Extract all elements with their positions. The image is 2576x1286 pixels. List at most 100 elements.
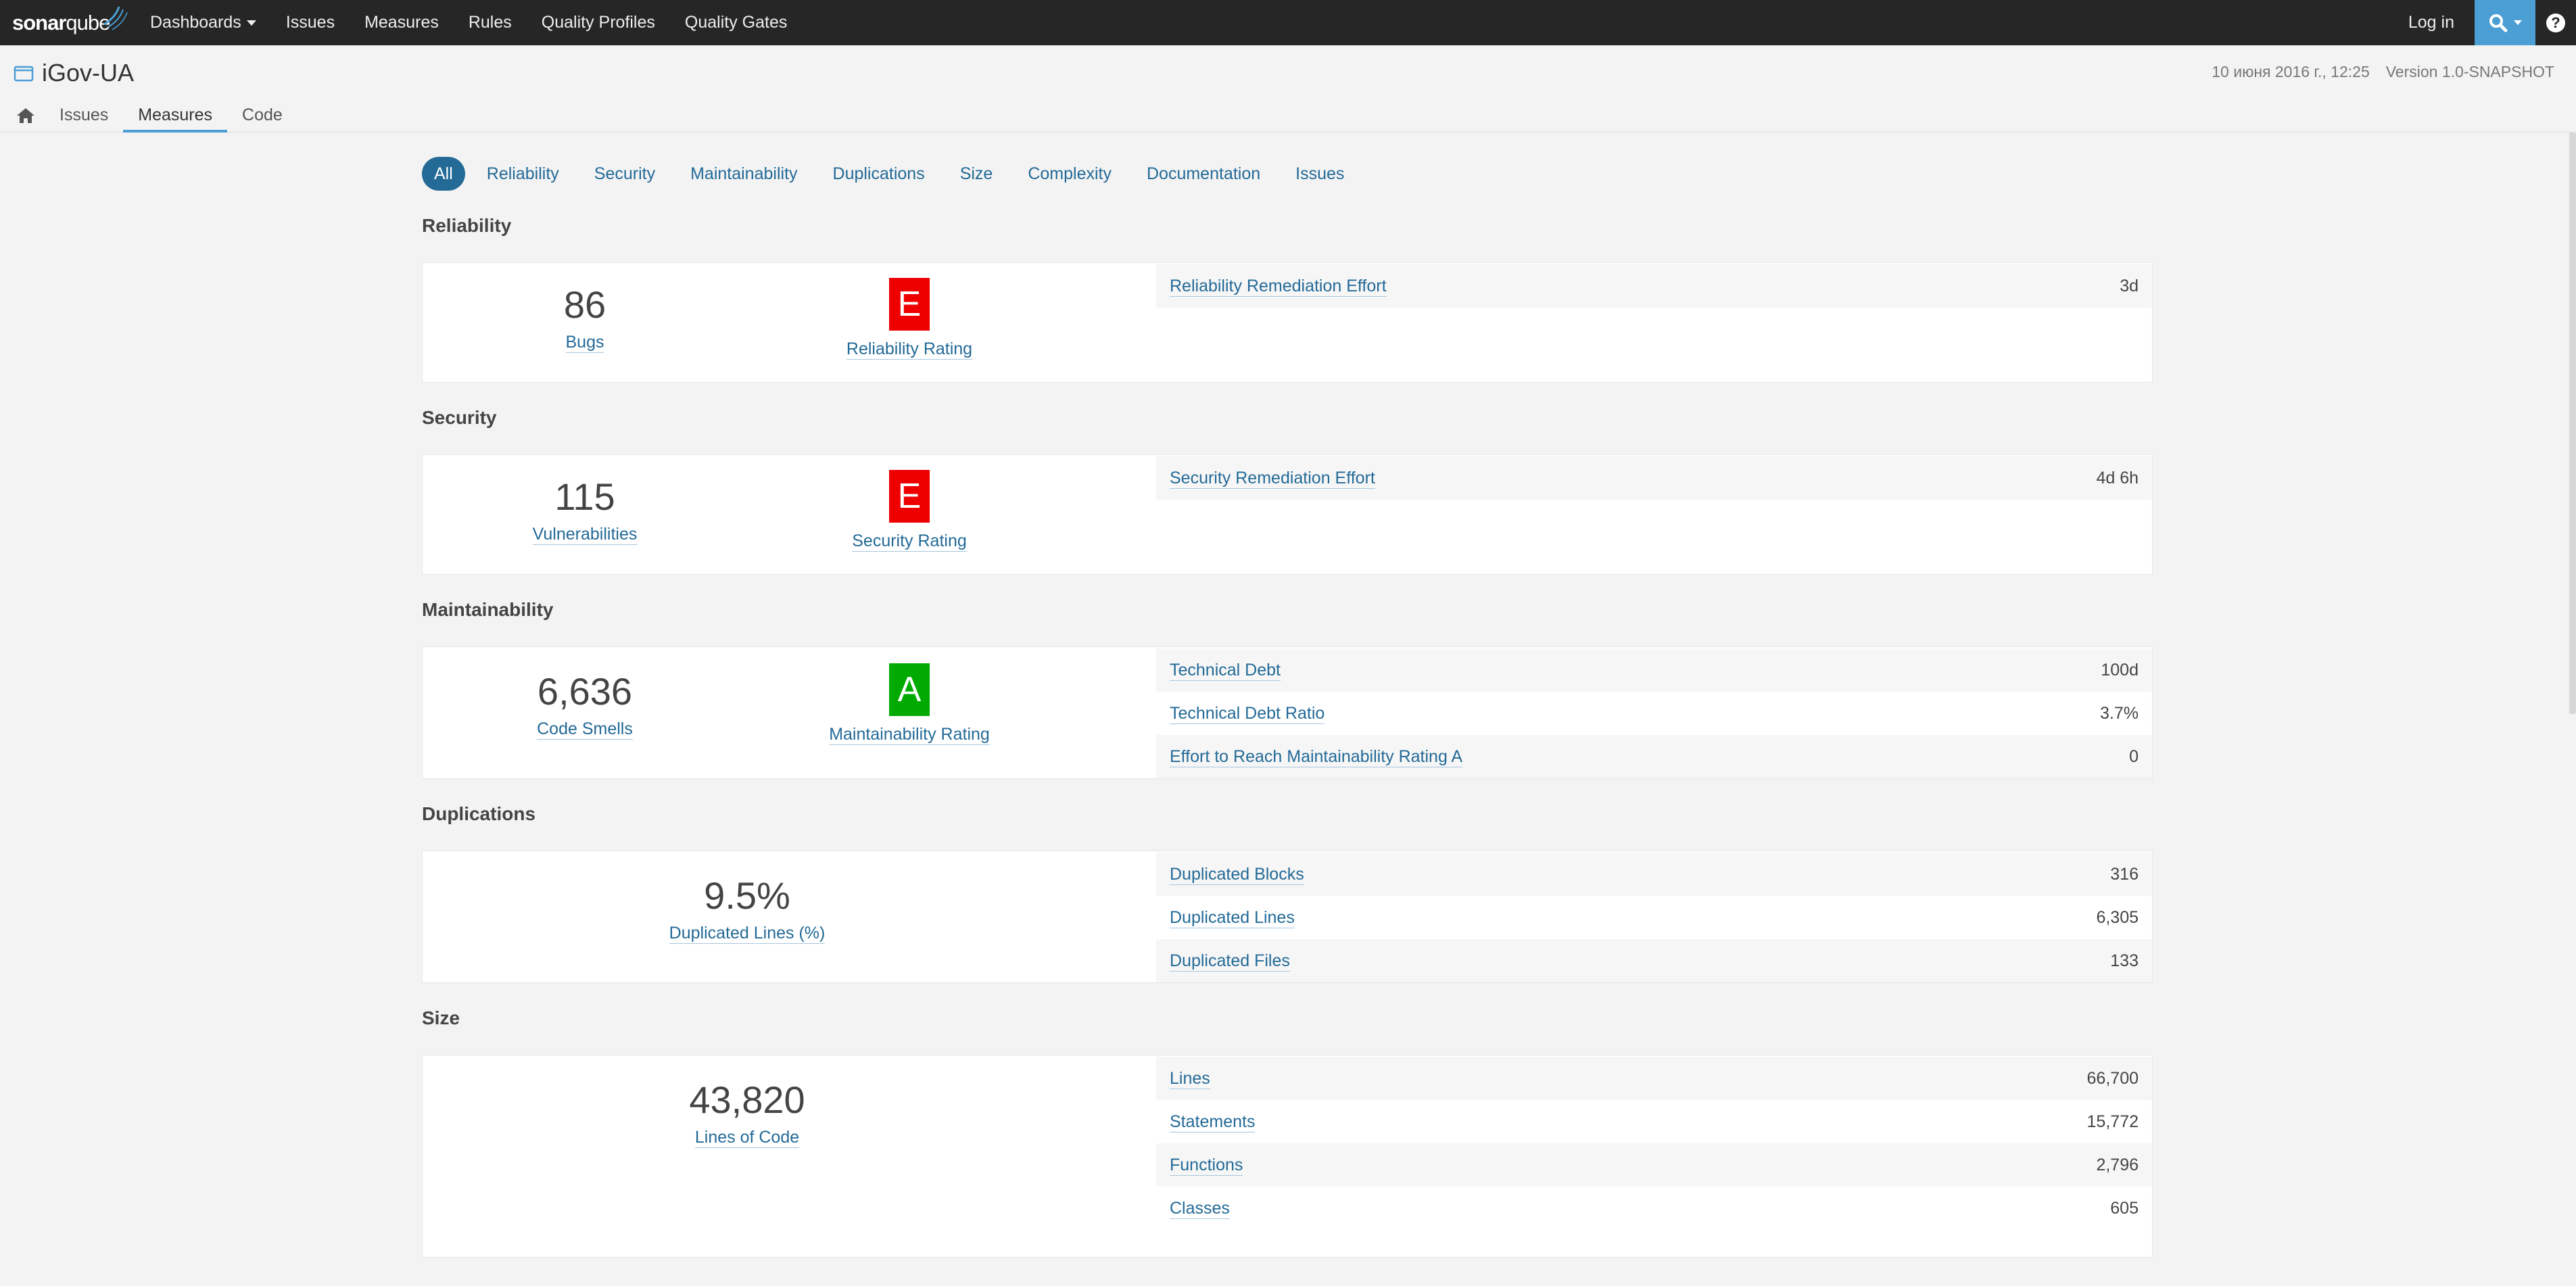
metric-name[interactable]: Effort to Reach Maintainability Rating A bbox=[1170, 746, 1463, 767]
metric-row: Functions 2,796 bbox=[1156, 1143, 2152, 1187]
section-title-duplications: Duplications bbox=[422, 803, 536, 824]
metric-row: Reliability Remediation Effort 3d bbox=[1156, 264, 2152, 308]
metric-row: Security Remediation Effort 4d 6h bbox=[1156, 456, 2152, 500]
filter-size[interactable]: Size bbox=[947, 157, 1007, 191]
project-name[interactable]: iGov-UA bbox=[42, 59, 134, 87]
section-title-maintainability: Maintainability bbox=[422, 599, 554, 620]
nav-dashboards-label: Dashboards bbox=[150, 13, 241, 32]
reliability-rating-label[interactable]: Reliability Rating bbox=[846, 339, 973, 360]
section-title-size: Size bbox=[422, 1007, 460, 1028]
search-icon bbox=[2489, 14, 2508, 32]
project-version: Version 1.0-SNAPSHOT bbox=[2385, 63, 2554, 80]
metric-value: 6,305 bbox=[2096, 907, 2139, 927]
metric-name[interactable]: Duplicated Blocks bbox=[1170, 864, 1304, 885]
page-scrollbar[interactable] bbox=[2569, 133, 2576, 714]
project-tabs: Issues Measures Code bbox=[14, 98, 297, 133]
metric-value: 3d bbox=[2120, 276, 2139, 295]
sonarqube-logo[interactable]: sonarqube bbox=[0, 0, 135, 45]
help-glyph: ? bbox=[2551, 14, 2560, 31]
duplicated-lines-density-value[interactable]: 9.5% bbox=[704, 869, 790, 923]
filter-reliability[interactable]: Reliability bbox=[473, 157, 573, 191]
project-meta: 10 июня 2016 г., 12:25 Version 1.0-SNAPS… bbox=[2212, 63, 2554, 81]
metric-value: 100d bbox=[2101, 660, 2139, 680]
maintainability-rating-metric: A Maintainability Rating bbox=[747, 647, 1072, 745]
metric-name[interactable]: Technical Debt bbox=[1170, 660, 1281, 681]
tab-issues[interactable]: Issues bbox=[45, 98, 123, 133]
duplications-panel: 9.5% Duplicated Lines (%) Duplicated Blo… bbox=[422, 851, 2153, 983]
metric-row: Lines 66,700 bbox=[1156, 1057, 2152, 1100]
caret-down-icon bbox=[2514, 20, 2522, 25]
nav-quality-profiles[interactable]: Quality Profiles bbox=[527, 0, 670, 45]
filter-documentation[interactable]: Documentation bbox=[1133, 157, 1274, 191]
vulnerabilities-label[interactable]: Vulnerabilities bbox=[532, 524, 638, 545]
login-link[interactable]: Log in bbox=[2388, 0, 2475, 45]
security-rating-label[interactable]: Security Rating bbox=[852, 531, 967, 552]
metric-value: 3.7% bbox=[2100, 703, 2139, 723]
project-header: iGov-UA 10 июня 2016 г., 12:25 Version 1… bbox=[0, 45, 2576, 133]
metric-name[interactable]: Lines bbox=[1170, 1068, 1210, 1089]
maintainability-rating-label[interactable]: Maintainability Rating bbox=[829, 724, 990, 745]
nav-measures[interactable]: Measures bbox=[350, 0, 454, 45]
metric-name[interactable]: Duplicated Files bbox=[1170, 951, 1290, 972]
nav-issues[interactable]: Issues bbox=[271, 0, 350, 45]
filter-maintainability[interactable]: Maintainability bbox=[677, 157, 811, 191]
project-title: iGov-UA bbox=[14, 59, 134, 87]
maintainability-rating-badge[interactable]: A bbox=[889, 663, 930, 716]
home-icon bbox=[17, 108, 34, 123]
metric-name[interactable]: Statements bbox=[1170, 1112, 1256, 1133]
analysis-date: 10 июня 2016 г., 12:25 bbox=[2212, 63, 2370, 80]
metric-row: Duplicated Files 133 bbox=[1156, 939, 2152, 982]
metric-row: Technical Debt Ratio 3.7% bbox=[1156, 692, 2152, 735]
security-rating-badge[interactable]: E bbox=[889, 470, 930, 523]
metric-name[interactable]: Classes bbox=[1170, 1198, 1230, 1219]
duplicated-lines-density-label[interactable]: Duplicated Lines (%) bbox=[669, 923, 826, 944]
code-smells-value[interactable]: 6,636 bbox=[538, 665, 632, 719]
nav-dashboards[interactable]: Dashboards bbox=[135, 0, 271, 45]
vulnerabilities-value[interactable]: 115 bbox=[554, 470, 615, 524]
help-button[interactable]: ? bbox=[2535, 0, 2576, 45]
vulnerabilities-metric: 115 Vulnerabilities bbox=[423, 455, 747, 545]
filter-all[interactable]: All bbox=[422, 157, 465, 191]
tab-code[interactable]: Code bbox=[227, 98, 297, 133]
logo-waves-icon bbox=[103, 6, 128, 30]
bugs-metric: 86 Bugs bbox=[423, 263, 747, 353]
metric-name[interactable]: Security Remediation Effort bbox=[1170, 468, 1375, 489]
caret-down-icon bbox=[246, 20, 256, 26]
filter-complexity[interactable]: Complexity bbox=[1014, 157, 1125, 191]
reliability-panel: 86 Bugs E Reliability Rating Reliability… bbox=[422, 262, 2153, 383]
search-button[interactable] bbox=[2475, 0, 2535, 45]
code-smells-label[interactable]: Code Smells bbox=[537, 719, 633, 740]
nav-quality-gates[interactable]: Quality Gates bbox=[670, 0, 802, 45]
measures-main: All Reliability Security Maintainability… bbox=[422, 133, 2153, 1258]
filter-security[interactable]: Security bbox=[581, 157, 669, 191]
metric-value: 605 bbox=[2110, 1198, 2139, 1218]
project-icon bbox=[14, 66, 34, 82]
lines-of-code-label[interactable]: Lines of Code bbox=[694, 1127, 800, 1148]
metric-row: Duplicated Lines 6,305 bbox=[1156, 896, 2152, 939]
metric-value: 316 bbox=[2110, 864, 2139, 884]
security-rating-metric: E Security Rating bbox=[747, 455, 1072, 552]
filter-issues[interactable]: Issues bbox=[1282, 157, 1358, 191]
filter-duplications[interactable]: Duplications bbox=[819, 157, 938, 191]
metric-name[interactable]: Duplicated Lines bbox=[1170, 907, 1295, 928]
bugs-value[interactable]: 86 bbox=[564, 278, 606, 332]
maintainability-panel: 6,636 Code Smells A Maintainability Rati… bbox=[422, 646, 2153, 779]
metric-value: 133 bbox=[2110, 951, 2139, 970]
metric-name[interactable]: Reliability Remediation Effort bbox=[1170, 276, 1387, 297]
metric-row: Classes 605 bbox=[1156, 1187, 2152, 1230]
bugs-label[interactable]: Bugs bbox=[565, 332, 604, 353]
reliability-rating-metric: E Reliability Rating bbox=[747, 263, 1072, 360]
top-navbar: sonarqube Dashboards Issues Measures Rul… bbox=[0, 0, 2576, 45]
code-smells-metric: 6,636 Code Smells bbox=[423, 647, 747, 740]
tab-home[interactable] bbox=[14, 98, 45, 133]
reliability-rating-badge[interactable]: E bbox=[889, 278, 930, 331]
lines-of-code-value[interactable]: 43,820 bbox=[689, 1073, 805, 1127]
lines-of-code-metric: 43,820 Lines of Code bbox=[423, 1055, 1072, 1148]
security-panel: 115 Vulnerabilities E Security Rating Se… bbox=[422, 454, 2153, 575]
metric-row: Duplicated Blocks 316 bbox=[1156, 853, 2152, 896]
metric-name[interactable]: Technical Debt Ratio bbox=[1170, 703, 1325, 724]
metric-name[interactable]: Functions bbox=[1170, 1155, 1243, 1176]
tab-measures[interactable]: Measures bbox=[123, 98, 227, 133]
section-title-reliability: Reliability bbox=[422, 215, 512, 236]
nav-rules[interactable]: Rules bbox=[454, 0, 527, 45]
